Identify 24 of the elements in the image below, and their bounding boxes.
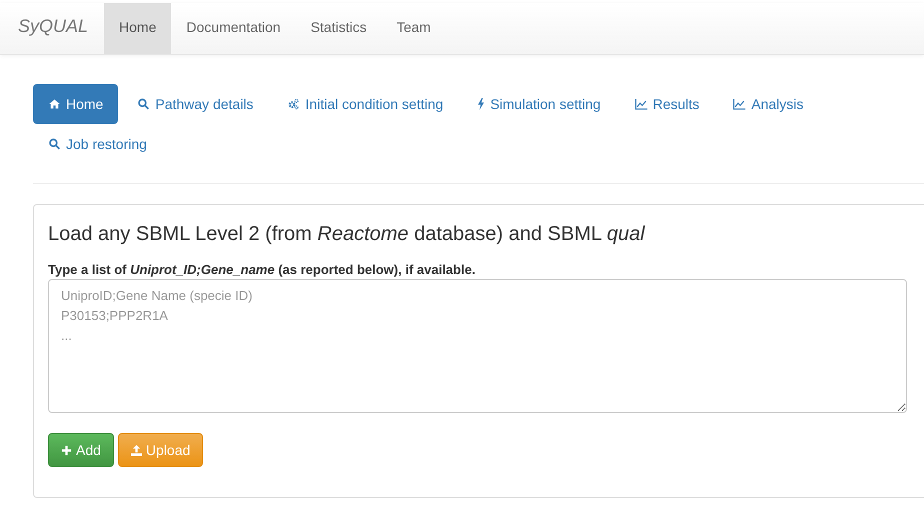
bolt-icon — [477, 98, 486, 110]
line-chart-icon — [733, 98, 746, 110]
gene-list-field[interactable]: UniproID;Gene Name (specie ID) P30153;PPP2R1A ... — [48, 279, 907, 413]
nav-tab[interactable]: Documentation — [171, 3, 296, 54]
nav-pill[interactable]: Home — [33, 84, 118, 124]
nav-pill[interactable]: Analysis — [718, 84, 819, 124]
home-icon — [48, 98, 61, 110]
nav-pill[interactable]: Initial condition setting — [272, 84, 458, 124]
upload-icon — [130, 444, 142, 456]
nav-pill[interactable]: Results — [620, 84, 714, 124]
brand-logo[interactable]: SyQUAL — [0, 3, 104, 54]
plus-icon — [61, 444, 72, 456]
nav-pill[interactable]: Job restoring — [33, 124, 162, 164]
panel-title: Load any SBML Level 2 (from Reactome database) and SBML qual — [48, 223, 646, 246]
nav-tab[interactable]: Team — [382, 3, 446, 54]
nav-tab[interactable]: Home — [104, 3, 172, 54]
nav-pill[interactable]: Simulation setting — [462, 84, 616, 124]
nav-tab[interactable]: Statistics — [296, 3, 382, 54]
line-chart-icon — [634, 98, 648, 110]
nav-pill[interactable]: Pathway details — [122, 84, 268, 124]
field-label: Type a list of Uniprot_ID;Gene_name (as reported below), if available. — [48, 262, 476, 277]
add-button[interactable]: Add — [48, 433, 114, 467]
search-icon — [137, 98, 150, 110]
search-icon — [48, 138, 61, 150]
